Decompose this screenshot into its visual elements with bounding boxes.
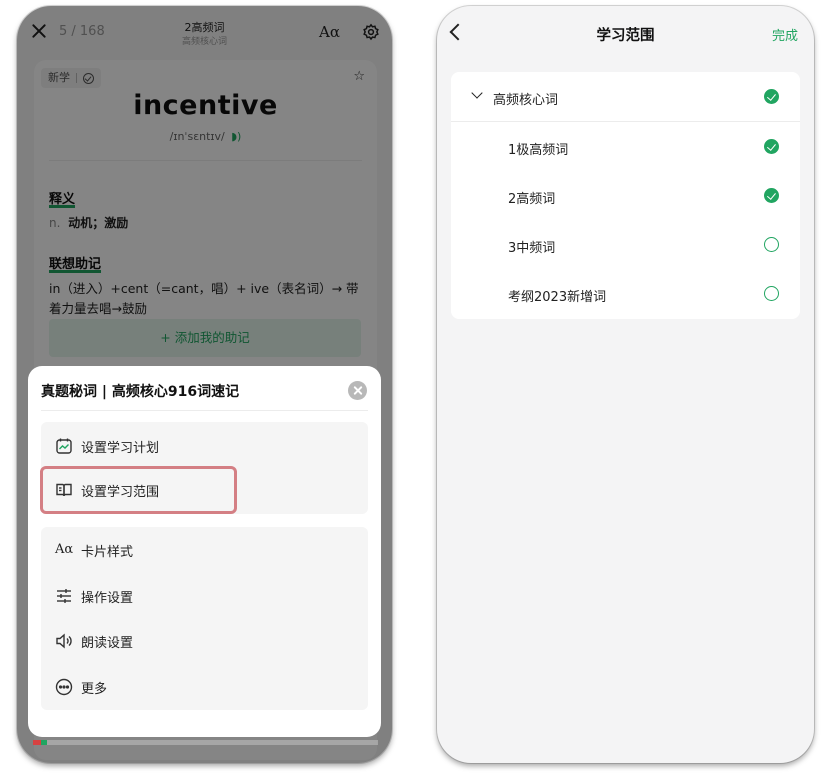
speaker-icon (56, 633, 72, 649)
progress-fill-red (33, 740, 41, 745)
menu-item-label: 设置学习计划 (81, 440, 160, 456)
right-phone-screen: 学习范围 完成 高频核心词 1极高频词 2高频词 3中频词 考纲2023新增词 (437, 6, 814, 763)
calendar-chart-icon (56, 438, 72, 454)
check-circle-icon[interactable] (764, 89, 779, 104)
scope-row-parent[interactable]: 高频核心词 (451, 72, 800, 121)
divider (41, 410, 368, 411)
sheet-title: 真题秘词 | 高频核心916词速记 (41, 384, 240, 400)
menu-item-more[interactable]: 更多 (55, 675, 107, 699)
scope-row-child[interactable]: 2高频词 (451, 171, 800, 220)
done-button[interactable]: 完成 (772, 25, 798, 44)
menu-item-operation-settings[interactable]: 操作设置 (55, 584, 133, 608)
scope-list: 高频核心词 1极高频词 2高频词 3中频词 考纲2023新增词 (451, 72, 800, 319)
menu-item-label: 更多 (81, 681, 108, 697)
scope-row-child[interactable]: 3中频词 (451, 220, 800, 269)
check-circle-icon[interactable] (764, 139, 779, 154)
menu-item-study-plan[interactable]: 设置学习计划 (55, 434, 159, 458)
empty-circle-icon[interactable] (764, 286, 779, 301)
highlight-box (40, 466, 237, 514)
menu-item-label: 操作设置 (81, 590, 134, 606)
progress-bar (33, 740, 378, 745)
scope-label: 考纲2023新增词 (508, 290, 607, 305)
scope-row-child[interactable]: 1极高频词 (451, 122, 800, 171)
check-circle-icon[interactable] (764, 188, 779, 203)
scope-label: 1极高频词 (508, 143, 569, 158)
menu-group-settings: Aα 卡片样式 操作设置 朗读设置 更多 (41, 527, 368, 710)
scope-label: 2高频词 (508, 192, 556, 207)
progress-fill-green (41, 740, 47, 745)
sliders-icon (57, 589, 71, 603)
menu-item-label: 朗读设置 (81, 635, 134, 651)
page-title: 学习范围 (596, 28, 655, 44)
more-dots-icon (55, 678, 73, 696)
left-phone-screen: 5 / 168 2高频词 高频核心词 Aα 新学 ☆ incentive /ɪn… (17, 6, 392, 763)
menu-item-read-aloud[interactable]: 朗读设置 (55, 629, 133, 653)
scope-label: 3中频词 (508, 241, 556, 256)
menu-item-card-style[interactable]: Aα 卡片样式 (55, 538, 133, 562)
chevron-down-icon[interactable] (471, 87, 483, 99)
menu-item-label: 卡片样式 (81, 544, 134, 560)
font-aa-icon: Aα (55, 542, 74, 557)
scope-label: 高频核心词 (493, 93, 559, 108)
scope-row-child[interactable]: 考纲2023新增词 (451, 269, 800, 318)
settings-sheet: 真题秘词 | 高频核心916词速记 设置学习计划 设置学习范围 Aα 卡片样式 … (28, 366, 381, 737)
close-circle-icon[interactable] (348, 381, 367, 400)
empty-circle-icon[interactable] (764, 237, 779, 252)
